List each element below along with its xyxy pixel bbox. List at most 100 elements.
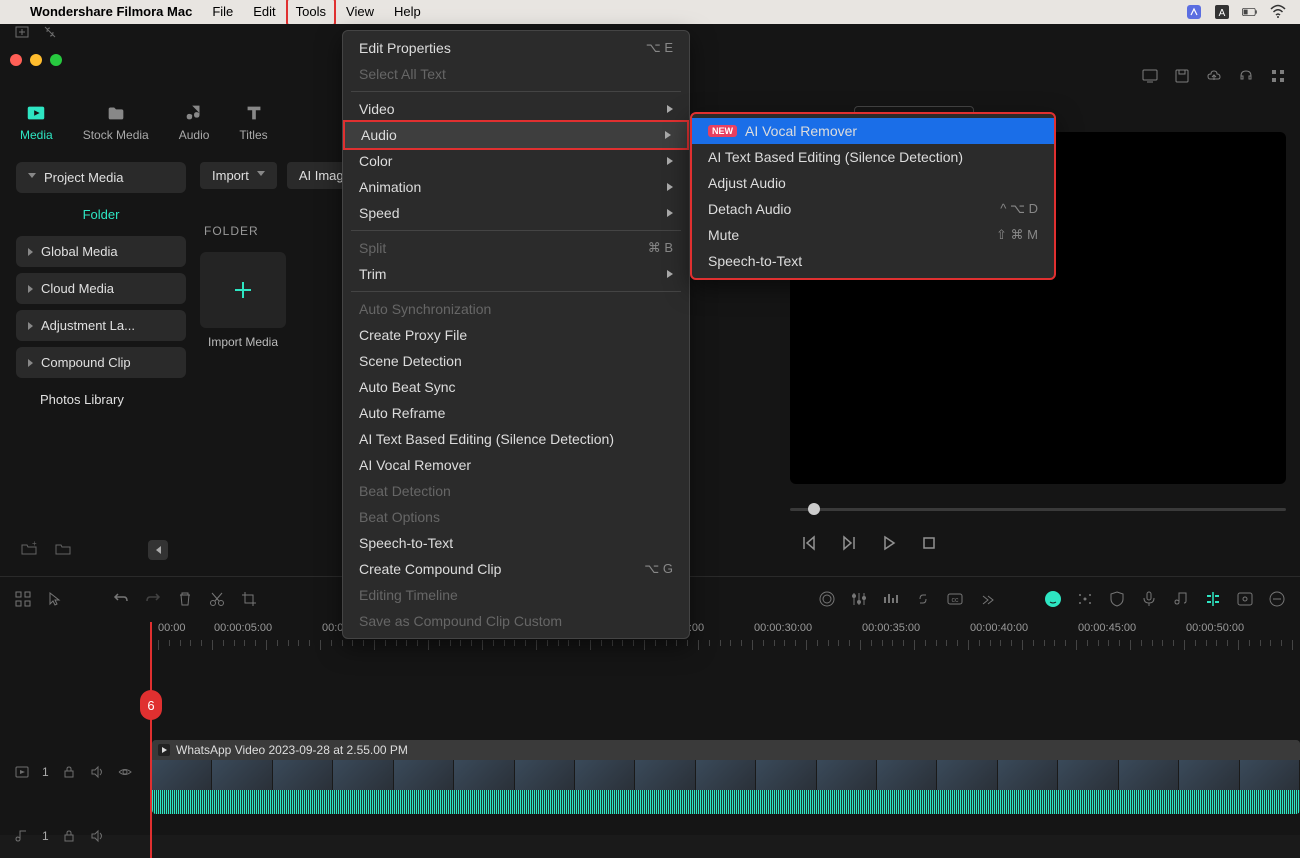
align-icon[interactable]: [1204, 590, 1222, 608]
shield-icon[interactable]: [1108, 590, 1126, 608]
menu-file[interactable]: File: [202, 0, 243, 24]
lock-icon[interactable]: [61, 828, 77, 844]
grid-icon[interactable]: [1270, 68, 1286, 84]
input-source-icon[interactable]: A: [1208, 4, 1236, 20]
link-icon[interactable]: [914, 590, 932, 608]
audio-track-header: 1: [14, 828, 105, 844]
mi-scene-detection[interactable]: Scene Detection: [343, 348, 689, 374]
delete-icon[interactable]: [176, 590, 194, 608]
sidebar-project-media[interactable]: Project Media: [16, 162, 186, 193]
undo-icon[interactable]: [112, 590, 130, 608]
tab-audio[interactable]: Audio: [179, 102, 210, 142]
playhead[interactable]: 6: [150, 622, 152, 858]
unlink-icon[interactable]: [42, 24, 58, 40]
wifi-icon[interactable]: [1264, 4, 1292, 20]
crop-icon[interactable]: [240, 590, 258, 608]
video-track-icon: [14, 764, 30, 780]
mi-auto-reframe[interactable]: Auto Reframe: [343, 400, 689, 426]
mic-icon[interactable]: [1140, 590, 1158, 608]
tab-stock-media[interactable]: Stock Media: [83, 102, 149, 142]
mi-video[interactable]: Video: [343, 96, 689, 122]
ai-face-icon[interactable]: [1044, 590, 1062, 608]
mi-trim[interactable]: Trim: [343, 261, 689, 287]
timeline-ruler[interactable]: 00:00 00:00:05:00 00:00:10:00 00:00:15:0…: [150, 622, 1300, 654]
video-track-header: 1: [14, 764, 133, 780]
menu-help[interactable]: Help: [384, 0, 431, 24]
zoom-out-icon[interactable]: [1268, 590, 1286, 608]
adjust-icon[interactable]: [850, 590, 868, 608]
app-name[interactable]: Wondershare Filmora Mac: [20, 0, 202, 24]
sparkle-icon[interactable]: [1076, 590, 1094, 608]
sidebar-photos-library[interactable]: Photos Library: [16, 384, 186, 415]
app-store-icon[interactable]: [1180, 4, 1208, 20]
eye-icon[interactable]: [117, 764, 133, 780]
mi-create-compound[interactable]: Create Compound Clip⌥ G: [343, 556, 689, 582]
lock-icon[interactable]: [61, 764, 77, 780]
screen-icon[interactable]: [1142, 68, 1158, 84]
mi-audio[interactable]: Audio: [343, 120, 689, 150]
mute-icon[interactable]: [89, 764, 105, 780]
next-frame-icon[interactable]: [840, 534, 858, 552]
scrub-bar[interactable]: [790, 494, 1286, 524]
support-icon[interactable]: [1238, 68, 1254, 84]
mi-ai-text-editing[interactable]: AI Text Based Editing (Silence Detection…: [343, 426, 689, 452]
tools-menu: Edit Properties⌥ E Select All Text Video…: [342, 30, 690, 639]
sidebar-global-media[interactable]: Global Media: [16, 236, 186, 267]
mi-speech-to-text[interactable]: Speech-to-Text: [343, 530, 689, 556]
mi-animation[interactable]: Animation: [343, 174, 689, 200]
new-folder-icon[interactable]: +: [20, 540, 38, 558]
import-button[interactable]: Import: [200, 162, 277, 189]
mi-adjust-audio[interactable]: Adjust Audio: [692, 170, 1054, 196]
mute-icon[interactable]: [89, 828, 105, 844]
mi-auto-beat-sync[interactable]: Auto Beat Sync: [343, 374, 689, 400]
tab-titles[interactable]: Titles: [239, 102, 267, 142]
battery-icon[interactable]: [1236, 4, 1264, 20]
mi-ai-vocal-remover[interactable]: AI Vocal Remover: [343, 452, 689, 478]
capture-icon[interactable]: [1236, 590, 1254, 608]
folder-icon[interactable]: [54, 540, 72, 558]
mi-detach-audio[interactable]: Detach Audio^ ⌥ D: [692, 196, 1054, 222]
mi-ai-vocal-remover-sub[interactable]: NEWAI Vocal Remover: [692, 118, 1054, 144]
cc-icon[interactable]: cc: [946, 590, 964, 608]
record-icon[interactable]: [818, 590, 836, 608]
grid-icon[interactable]: [14, 590, 32, 608]
media-panel-footer: +: [20, 540, 72, 558]
mi-edit-properties[interactable]: Edit Properties⌥ E: [343, 35, 689, 61]
save-icon[interactable]: [1174, 68, 1190, 84]
menu-view[interactable]: View: [336, 0, 384, 24]
tab-media[interactable]: Media: [20, 102, 53, 142]
mi-speed[interactable]: Speed: [343, 200, 689, 226]
folder-label: FOLDER: [204, 224, 259, 238]
sidebar-folder[interactable]: Folder: [16, 199, 186, 230]
window-traffic-lights[interactable]: [10, 54, 62, 66]
timeline-clip[interactable]: WhatsApp Video 2023-09-28 at 2.55.00 PM: [152, 740, 1300, 814]
music-icon[interactable]: [1172, 590, 1190, 608]
add-track-icon[interactable]: [14, 24, 30, 40]
mi-ai-text-editing-sub[interactable]: AI Text Based Editing (Silence Detection…: [692, 144, 1054, 170]
menu-edit[interactable]: Edit: [243, 0, 285, 24]
mi-beat-options: Beat Options: [343, 504, 689, 530]
mi-color[interactable]: Color: [343, 148, 689, 174]
pointer-icon[interactable]: [46, 590, 64, 608]
collapse-icon[interactable]: [148, 540, 168, 560]
menu-tools[interactable]: Tools: [286, 0, 336, 26]
equalizer-icon[interactable]: [882, 590, 900, 608]
title-right-icons: [1142, 68, 1286, 84]
mi-speech-to-text-sub[interactable]: Speech-to-Text: [692, 248, 1054, 274]
more-icon[interactable]: [978, 590, 996, 608]
cloud-icon[interactable]: [1206, 68, 1222, 84]
play-icon[interactable]: [880, 534, 898, 552]
cut-icon[interactable]: [208, 590, 226, 608]
mi-split: Split⌘ B: [343, 235, 689, 261]
mi-proxy[interactable]: Create Proxy File: [343, 322, 689, 348]
playback-controls: [800, 534, 938, 552]
import-media-tile[interactable]: Import Media: [200, 252, 286, 349]
prev-frame-icon[interactable]: [800, 534, 818, 552]
sidebar-compound-clip[interactable]: Compound Clip: [16, 347, 186, 378]
redo-icon[interactable]: [144, 590, 162, 608]
sidebar-adjustment-layer[interactable]: Adjustment La...: [16, 310, 186, 341]
stop-icon[interactable]: [920, 534, 938, 552]
sidebar-cloud-media[interactable]: Cloud Media: [16, 273, 186, 304]
mi-mute[interactable]: Mute⇧ ⌘ M: [692, 222, 1054, 248]
svg-text:+: +: [32, 540, 37, 548]
